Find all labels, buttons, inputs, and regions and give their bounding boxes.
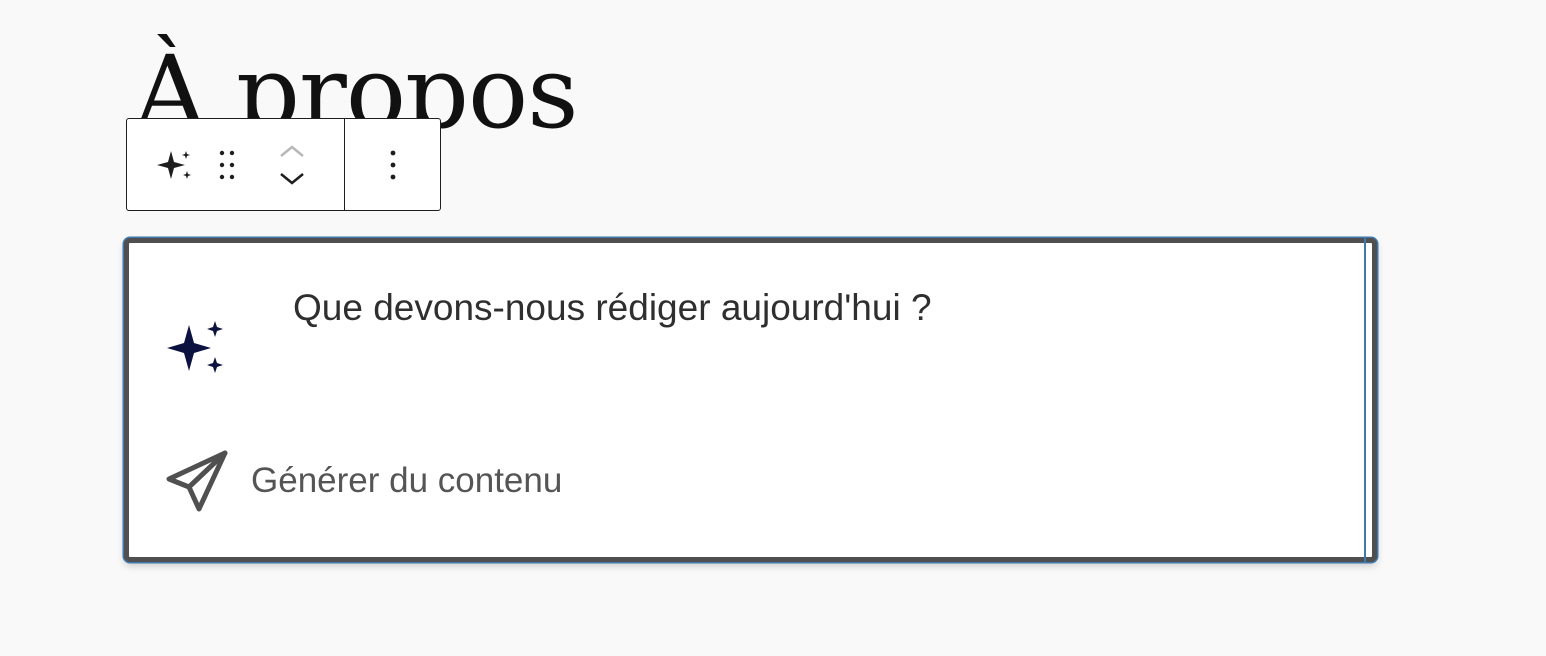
- drag-handle-icon: [219, 150, 235, 179]
- chevron-up-icon: [280, 144, 304, 157]
- move-up-button[interactable]: [277, 144, 307, 158]
- sparkles-icon: [157, 150, 191, 179]
- block-toolbar: [126, 118, 441, 211]
- move-down-button[interactable]: [277, 172, 307, 186]
- sparkles-icon: [167, 321, 223, 373]
- block-type-button[interactable]: [155, 145, 195, 185]
- drag-button[interactable]: [217, 145, 237, 185]
- editor-canvas: À propos Que devons-nous rédiger aujourd…: [0, 0, 1546, 656]
- send-icon: [166, 450, 228, 512]
- more-vertical-icon: [390, 150, 395, 179]
- prompt-input[interactable]: [293, 287, 1293, 329]
- chevron-down-icon: [280, 172, 304, 185]
- toolbar-group-main: [127, 119, 345, 210]
- toolbar-group-options: [345, 119, 440, 210]
- options-button[interactable]: [383, 145, 403, 185]
- block-mover: [277, 144, 307, 186]
- ai-assistant-block[interactable]: Générer du contenu: [124, 238, 1377, 562]
- generate-content-label: Générer du contenu: [251, 461, 563, 500]
- generate-content-button[interactable]: Générer du contenu: [165, 449, 562, 513]
